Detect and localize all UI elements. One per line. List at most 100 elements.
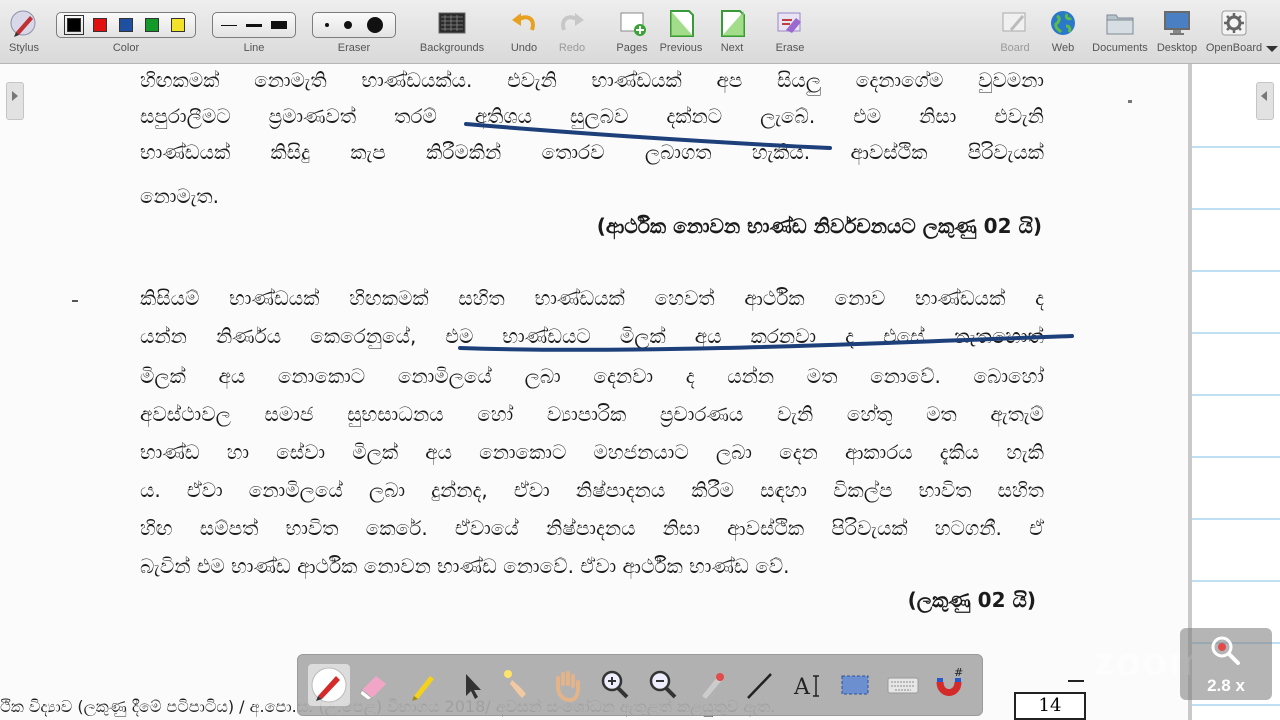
previous-button[interactable]: Previous — [656, 4, 706, 60]
palette-keyboard-tool[interactable] — [882, 664, 924, 706]
openboard-button[interactable]: OpenBoard — [1204, 4, 1264, 60]
color-swatch-blue[interactable] — [119, 18, 133, 32]
stylus-label: Stylus — [9, 42, 39, 54]
web-button[interactable]: Web — [1042, 4, 1084, 60]
paragraph2-line: හිඟ සම්පත් භාවිත කෙරේ. ඒවායේ නිෂ්පාදනය න… — [140, 516, 1044, 540]
palette-pointer-tool[interactable] — [450, 664, 492, 706]
paragraph2-line: කිසියම් භාණ්ඩයක් හිඟකමක් සහිත භාණ්ඩයක් හ… — [140, 286, 1044, 310]
line-medium-option[interactable] — [245, 23, 262, 27]
eraser-medium-option[interactable] — [343, 21, 352, 29]
more-options-chevron-icon[interactable] — [1266, 46, 1278, 52]
palette-magnet-tool[interactable]: # — [928, 664, 970, 706]
marks-note-2: (ලකුණු 02 යි) — [907, 588, 1036, 612]
previous-label: Previous — [659, 42, 703, 54]
palette-eraser-tool[interactable] — [354, 664, 396, 706]
document-page: හිඟකමක් නොමැති භාණ්ඩයක්ය. එවැනි භාණ්ඩයක්… — [0, 64, 1192, 720]
line-group: Line — [212, 4, 296, 60]
palette-capture-tool[interactable] — [690, 664, 732, 706]
color-swatch-red[interactable] — [93, 18, 107, 32]
paragraph2-line: භාණ්ඩ හා සේවා මිලක් අය නොකොට මහජනයාට ලබා… — [140, 440, 1044, 464]
color-swatches — [56, 12, 196, 38]
laser-pointer-icon — [504, 670, 526, 698]
svg-text:A: A — [793, 675, 811, 700]
tool-palette: A # — [297, 654, 983, 716]
palette-text-tool[interactable]: A — [786, 664, 828, 706]
eraser-small-option[interactable] — [324, 23, 329, 27]
margin-speck — [1128, 100, 1132, 103]
palette-zoom-in-tool[interactable] — [594, 664, 636, 706]
pages-label: Pages — [616, 42, 648, 54]
text-icon: A — [793, 675, 819, 700]
zoom-level-label: 2.8 x — [1207, 676, 1245, 695]
palette-laser-tool[interactable] — [496, 664, 538, 706]
redo-button[interactable]: Redo — [552, 4, 592, 60]
palette-highlighter-tool[interactable] — [402, 664, 444, 706]
palette-zoom-out-tool[interactable] — [642, 664, 684, 706]
paragraph2-line: අවස්ථාවල සමාජ සුභසාධනය හෝ ව්‍යාපාරික ප්‍… — [140, 402, 1044, 426]
footer-dash — [1068, 680, 1084, 682]
capture-icon — [702, 673, 724, 699]
zoom-in-icon — [601, 670, 629, 699]
margin-mark — [72, 300, 78, 302]
color-swatch-yellow[interactable] — [171, 18, 185, 32]
color-label: Color — [112, 42, 140, 54]
eraser-icon — [359, 676, 386, 701]
monitor-icon — [1164, 11, 1190, 35]
redo-label: Redo — [558, 42, 586, 54]
undo-icon — [512, 13, 535, 31]
color-group: Color — [56, 4, 196, 60]
desktop-button[interactable]: Desktop — [1154, 4, 1200, 60]
zoom-indicator[interactable]: 2.8 x — [1180, 628, 1272, 700]
color-swatch-black[interactable] — [64, 15, 84, 35]
palette-selection-tool[interactable] — [834, 664, 876, 706]
top-toolbar: Stylus Color Line Eraser Backgrounds Und… — [0, 0, 1280, 64]
erase-label: Erase — [775, 42, 805, 54]
web-label: Web — [1051, 42, 1075, 54]
paragraph2-line: ය. ඒවා නොමිලයේ ලබා දුන්නද, ඒවා නිෂ්පාදනය… — [140, 478, 1044, 502]
palette-hand-tool[interactable] — [546, 664, 588, 706]
paragraph1-line: හිඟකමක් නොමැති භාණ්ඩයක්ය. එවැනි භාණ්ඩයක්… — [140, 68, 1044, 92]
right-panel-toggle-icon[interactable] — [1256, 82, 1274, 120]
eraser-sizes — [312, 12, 396, 38]
next-label: Next — [720, 42, 744, 54]
eraser-label: Eraser — [337, 42, 371, 54]
eraser-group: Eraser — [312, 4, 396, 60]
color-swatch-green[interactable] — [145, 18, 159, 32]
board-button[interactable]: Board — [994, 4, 1036, 60]
next-page-icon — [721, 10, 745, 37]
erase-annotations-icon — [777, 12, 801, 33]
documents-button[interactable]: Documents — [1088, 4, 1152, 60]
lined-side-page — [1192, 64, 1280, 720]
paragraph1-line: සපුරාලීමට ප්‍රමාණවත් තරම් අතිශය සුලබව දක… — [140, 104, 1044, 128]
stylus-button[interactable]: Stylus — [2, 4, 46, 60]
highlighter-icon — [412, 676, 434, 701]
pointer-icon — [466, 674, 481, 699]
gear-icon — [1221, 10, 1247, 36]
selection-icon — [841, 675, 869, 695]
line-thick-option[interactable] — [270, 21, 287, 29]
redo-icon — [561, 13, 584, 31]
palette-line-tool[interactable] — [738, 664, 780, 706]
next-button[interactable]: Next — [712, 4, 752, 60]
erase-button[interactable]: Erase — [770, 4, 810, 60]
keyboard-icon — [887, 677, 919, 694]
undo-label: Undo — [510, 42, 538, 54]
openboard-label: OpenBoard — [1205, 42, 1263, 54]
palette-pen-tool[interactable] — [308, 664, 350, 706]
pages-button[interactable]: Pages — [612, 4, 652, 60]
desktop-label: Desktop — [1156, 42, 1198, 54]
paragraph1-line: භාණ්ඩයක් කිසිදු කැප කිරීමකින් තොරව ලබාගත… — [140, 140, 1044, 164]
paragraph2-line: යන්න නිර්ණය කෙරෙනුයේ, එම භාණ්ඩයට මිලක් අ… — [140, 324, 1044, 348]
backgrounds-button[interactable]: Backgrounds — [414, 4, 490, 60]
line-thin-option[interactable] — [221, 24, 238, 26]
page-number: 14 — [1014, 692, 1086, 720]
hand-icon — [556, 671, 580, 703]
undo-button[interactable]: Undo — [504, 4, 544, 60]
board-label: Board — [1000, 42, 1030, 54]
globe-icon — [1051, 11, 1075, 35]
eraser-large-option[interactable] — [367, 17, 384, 33]
folder-icon — [1106, 14, 1134, 35]
pen-icon — [311, 667, 347, 703]
left-panel-toggle-icon[interactable] — [6, 82, 24, 120]
paragraph2-line: මිලක් අය නොකොට නොමිලයේ ලබා දෙනවා ද යන්න … — [140, 364, 1044, 388]
